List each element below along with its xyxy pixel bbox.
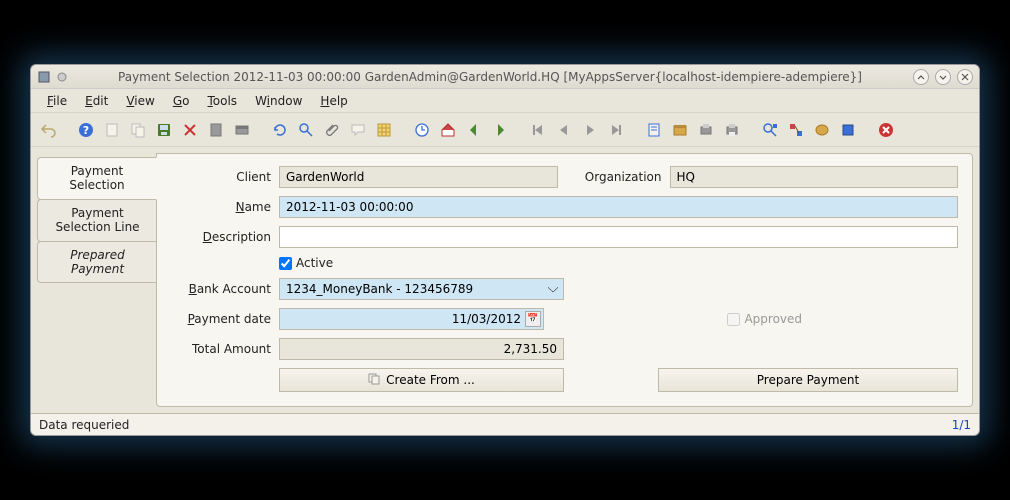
grid-icon[interactable] — [373, 119, 395, 141]
close-button[interactable] — [957, 69, 973, 85]
label-bank-account: Bank Account — [171, 282, 271, 296]
print-icon[interactable] — [721, 119, 743, 141]
back-icon[interactable] — [463, 119, 485, 141]
first-icon[interactable] — [527, 119, 549, 141]
tab-payment-selection[interactable]: Payment Selection — [37, 157, 157, 200]
name-field[interactable] — [279, 196, 958, 218]
label-approved: Approved — [744, 312, 802, 326]
workflow-icon[interactable] — [785, 119, 807, 141]
report-icon[interactable] — [643, 119, 665, 141]
help-icon[interactable]: ? — [75, 119, 97, 141]
archive-icon[interactable] — [669, 119, 691, 141]
create-from-label: Create From ... — [386, 373, 475, 387]
create-from-button[interactable]: Create From ... — [279, 368, 564, 392]
menu-window[interactable]: Window — [247, 92, 310, 110]
label-client: Client — [171, 170, 271, 184]
home-icon[interactable] — [437, 119, 459, 141]
payment-date-field[interactable] — [279, 308, 544, 330]
minimize-button[interactable] — [913, 69, 929, 85]
app-icon — [37, 70, 51, 84]
prepare-payment-label: Prepare Payment — [757, 373, 859, 387]
form-panel: Client Organization Name Description — [156, 153, 973, 407]
prev-icon[interactable] — [553, 119, 575, 141]
titlebar: Payment Selection 2012-11-03 00:00:00 Ga… — [31, 65, 979, 89]
refresh-icon[interactable] — [269, 119, 291, 141]
toolbar: ? — [31, 113, 979, 147]
description-field[interactable] — [279, 226, 958, 248]
maximize-button[interactable] — [935, 69, 951, 85]
approved-checkbox-input — [727, 313, 740, 326]
bank-account-select[interactable]: 1234_MoneyBank - 123456789 — [279, 278, 564, 300]
menu-view[interactable]: View — [118, 92, 162, 110]
label-total-amount: Total Amount — [171, 342, 271, 356]
content-area: Payment Selection Payment Selection Line… — [31, 147, 979, 413]
copy-icon[interactable] — [127, 119, 149, 141]
window-menu-icon[interactable] — [55, 70, 69, 84]
record-counter: 1/1 — [952, 418, 971, 432]
tab-prepared-payment[interactable]: Prepared Payment — [37, 241, 157, 284]
undo-icon[interactable] — [37, 119, 59, 141]
menu-go[interactable]: Go — [165, 92, 198, 110]
menu-edit[interactable]: Edit — [77, 92, 116, 110]
statusbar: Data requeried 1/1 — [31, 413, 979, 435]
product-icon[interactable] — [837, 119, 859, 141]
menu-file[interactable]: File — [39, 92, 75, 110]
print-preview-icon[interactable] — [695, 119, 717, 141]
active-checkbox[interactable]: Active — [279, 256, 333, 270]
window-title: Payment Selection 2012-11-03 00:00:00 Ga… — [73, 70, 907, 84]
discard-icon[interactable] — [205, 119, 227, 141]
label-payment-date: Payment date — [171, 312, 271, 326]
status-message: Data requeried — [39, 418, 129, 432]
attachment-icon[interactable] — [321, 119, 343, 141]
svg-text:?: ? — [83, 124, 89, 137]
history-icon[interactable] — [411, 119, 433, 141]
zoom-icon[interactable] — [759, 119, 781, 141]
calendar-icon[interactable]: 📅 — [525, 311, 541, 327]
requery-icon[interactable] — [231, 119, 253, 141]
approved-checkbox: Approved — [727, 312, 802, 326]
organization-field — [670, 166, 959, 188]
menu-help[interactable]: Help — [312, 92, 355, 110]
exit-icon[interactable] — [875, 119, 897, 141]
search-icon[interactable] — [295, 119, 317, 141]
new-icon[interactable] — [101, 119, 123, 141]
copy-small-icon — [368, 373, 380, 388]
tab-payment-selection-line[interactable]: Payment Selection Line — [37, 199, 157, 242]
request-icon[interactable] — [811, 119, 833, 141]
menu-tools[interactable]: Tools — [199, 92, 245, 110]
prepare-payment-button[interactable]: Prepare Payment — [658, 368, 958, 392]
label-organization: Organization — [572, 170, 662, 184]
next-icon[interactable] — [579, 119, 601, 141]
forward-icon[interactable] — [489, 119, 511, 141]
label-name: Name — [171, 200, 271, 214]
chat-icon[interactable] — [347, 119, 369, 141]
last-icon[interactable] — [605, 119, 627, 141]
active-checkbox-input[interactable] — [279, 257, 292, 270]
label-description: Description — [171, 230, 271, 244]
menubar: File Edit View Go Tools Window Help — [31, 89, 979, 113]
client-field — [279, 166, 558, 188]
side-tabs: Payment Selection Payment Selection Line… — [37, 153, 157, 407]
app-window: Payment Selection 2012-11-03 00:00:00 Ga… — [30, 64, 980, 436]
save-icon[interactable] — [153, 119, 175, 141]
delete-icon[interactable] — [179, 119, 201, 141]
label-active: Active — [296, 256, 333, 270]
total-amount-field — [279, 338, 564, 360]
